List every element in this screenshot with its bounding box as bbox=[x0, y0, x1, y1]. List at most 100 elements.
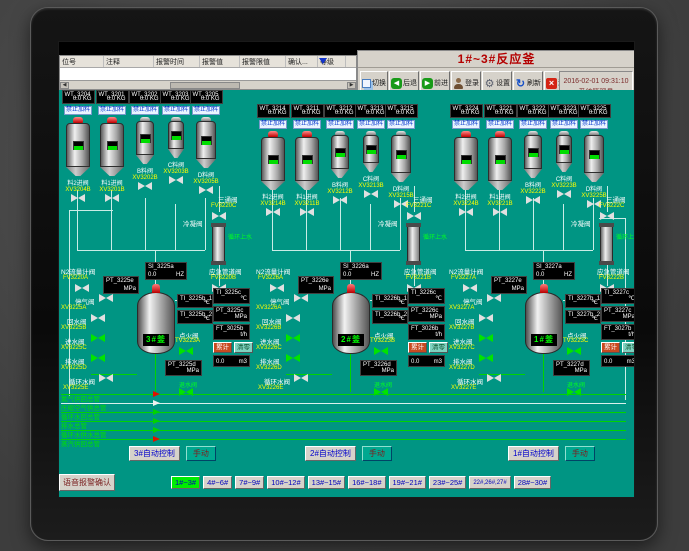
alarm-column-header[interactable]: 报警值 bbox=[200, 56, 240, 67]
feed-valve[interactable] bbox=[557, 190, 571, 199]
circulation-water-valve[interactable] bbox=[487, 374, 501, 383]
auto-control-button[interactable]: 2#自动控制 bbox=[305, 446, 356, 461]
totalize-button[interactable]: 累计 bbox=[213, 342, 232, 353]
alarm-column-header[interactable]: 位号 bbox=[60, 56, 104, 67]
inlet-water-valve[interactable] bbox=[286, 334, 300, 343]
n2-flowmeter-valve[interactable] bbox=[463, 284, 477, 293]
feed-tank[interactable] bbox=[584, 135, 604, 173]
switch-page-icon bbox=[362, 79, 371, 88]
feed-tank[interactable] bbox=[524, 135, 542, 169]
manual-mode-button[interactable]: 手动 bbox=[565, 446, 595, 461]
voice-alarm-ack-button[interactable]: 语音报警确认 bbox=[59, 474, 115, 491]
clear-button[interactable]: 清零 bbox=[234, 342, 253, 353]
reactor-range-button[interactable]: 1#~3# bbox=[171, 476, 200, 489]
alarm-scrollbar[interactable]: ◀ ▶ bbox=[60, 80, 356, 89]
pressure-indicator: PT_3225dMPa bbox=[165, 360, 202, 376]
feed-valve[interactable] bbox=[266, 208, 280, 217]
reactor-range-button[interactable]: 10#~12# bbox=[267, 476, 304, 489]
drain-water-valve[interactable] bbox=[286, 354, 300, 363]
tank-cone bbox=[168, 149, 184, 158]
ignition-valve[interactable] bbox=[179, 347, 193, 356]
feed-tank[interactable] bbox=[391, 135, 411, 173]
feed-valve[interactable] bbox=[526, 196, 540, 205]
three-way-valve[interactable] bbox=[600, 212, 614, 221]
alarm-column-header[interactable]: 报警限值 bbox=[240, 56, 286, 67]
stop-gas-valve[interactable] bbox=[294, 294, 308, 303]
tank-cone bbox=[391, 173, 411, 182]
feed-tank[interactable] bbox=[66, 123, 90, 167]
reactor-range-button[interactable]: 28#~30# bbox=[514, 476, 551, 489]
feed-tank[interactable] bbox=[488, 137, 512, 181]
condenser-valve-label: 冷凝阀 bbox=[183, 218, 203, 228]
stop-gas-valve[interactable] bbox=[487, 294, 501, 303]
three-way-valve[interactable] bbox=[212, 212, 226, 221]
totalize-button[interactable]: 累计 bbox=[601, 342, 620, 353]
alarm-column-header[interactable]: 报警时间 bbox=[154, 56, 200, 67]
auto-control-button[interactable]: 3#自动控制 bbox=[129, 446, 180, 461]
return-water-valve[interactable] bbox=[286, 314, 300, 323]
circulation-water-valve[interactable] bbox=[99, 374, 113, 383]
reactor-range-button[interactable]: 23#~25# bbox=[429, 476, 466, 489]
three-way-valve[interactable] bbox=[407, 212, 421, 221]
scroll-right-icon[interactable]: ▶ bbox=[347, 82, 356, 89]
reactor-range-button[interactable]: 7#~9# bbox=[235, 476, 264, 489]
n2-flowmeter-valve[interactable] bbox=[75, 284, 89, 293]
feed-tank[interactable] bbox=[196, 121, 216, 159]
feed-tank[interactable] bbox=[331, 135, 349, 169]
feed-valve[interactable] bbox=[71, 194, 85, 203]
auto-control-button[interactable]: 1#自动控制 bbox=[508, 446, 559, 461]
reactor-range-button[interactable]: 16#~18# bbox=[348, 476, 385, 489]
pressure-indicator: PT_3226eMPa bbox=[298, 276, 334, 294]
feed-tank[interactable] bbox=[295, 137, 319, 181]
feed-valve[interactable] bbox=[300, 208, 314, 217]
feed-tank[interactable] bbox=[363, 135, 379, 163]
instrument-value: 0.0 KG bbox=[528, 110, 547, 116]
reactor-range-button[interactable]: 13#~15# bbox=[308, 476, 345, 489]
scrollbar-thumb[interactable] bbox=[170, 82, 240, 89]
drain-water-valve[interactable] bbox=[479, 354, 493, 363]
return-water-valve[interactable] bbox=[479, 314, 493, 323]
inlet-water-valve[interactable] bbox=[91, 334, 105, 343]
feed-valve[interactable] bbox=[333, 196, 347, 205]
feed-valve[interactable] bbox=[459, 208, 473, 217]
ignition-valve[interactable] bbox=[567, 347, 581, 356]
feed-valve[interactable] bbox=[105, 194, 119, 203]
scroll-left-icon[interactable]: ◀ bbox=[60, 82, 69, 89]
reactor-range-button[interactable]: 19#~21# bbox=[389, 476, 426, 489]
instrument-unit: MPa bbox=[319, 286, 331, 292]
feed-valve[interactable] bbox=[493, 208, 507, 217]
feed-valve[interactable] bbox=[199, 186, 213, 195]
alarm-column-header[interactable]: 确认... bbox=[286, 56, 318, 67]
totalize-button[interactable]: 累计 bbox=[408, 342, 427, 353]
stop-gas-valve[interactable] bbox=[99, 294, 113, 303]
instrument-unit: m3 bbox=[434, 359, 442, 365]
clear-button[interactable]: 清零 bbox=[622, 342, 635, 353]
manual-mode-button[interactable]: 手动 bbox=[186, 446, 216, 461]
circulation-water-valve[interactable] bbox=[294, 374, 308, 383]
manual-mode-button[interactable]: 手动 bbox=[362, 446, 392, 461]
circulation-up-label: 循环上水 bbox=[423, 232, 447, 241]
feed-tank[interactable] bbox=[556, 135, 572, 163]
return-water-valve[interactable] bbox=[91, 314, 105, 323]
feed-valve[interactable] bbox=[138, 182, 152, 191]
pipe-line bbox=[61, 403, 626, 404]
ignition-valve[interactable] bbox=[374, 347, 388, 356]
clear-button[interactable]: 清零 bbox=[429, 342, 448, 353]
drain-water-valve[interactable] bbox=[91, 354, 105, 363]
inlet-water-valve[interactable] bbox=[479, 334, 493, 343]
filter-icon[interactable] bbox=[319, 58, 327, 64]
alarm-column-header[interactable]: 注释 bbox=[104, 56, 154, 67]
pipe-manifold-row: 蒸汽供回总管 bbox=[61, 433, 626, 442]
alarm-panel: 位号注释报警时间报警值报警限值确认...等级 ◀ ▶ bbox=[59, 55, 357, 90]
feed-tank[interactable] bbox=[100, 123, 124, 167]
reactor-range-button[interactable]: 4#~6# bbox=[203, 476, 232, 489]
feed-valve[interactable] bbox=[169, 176, 183, 185]
feed-tank[interactable] bbox=[136, 121, 154, 155]
feed-tank[interactable] bbox=[261, 137, 285, 181]
no-feed-label: 禁止加料 bbox=[387, 120, 415, 129]
feed-tank[interactable] bbox=[168, 121, 184, 149]
feed-valve[interactable] bbox=[364, 190, 378, 199]
feed-tank[interactable] bbox=[454, 137, 478, 181]
reactor-range-button[interactable]: 22#,26#,27# bbox=[469, 476, 510, 489]
n2-flowmeter-valve[interactable] bbox=[270, 284, 284, 293]
